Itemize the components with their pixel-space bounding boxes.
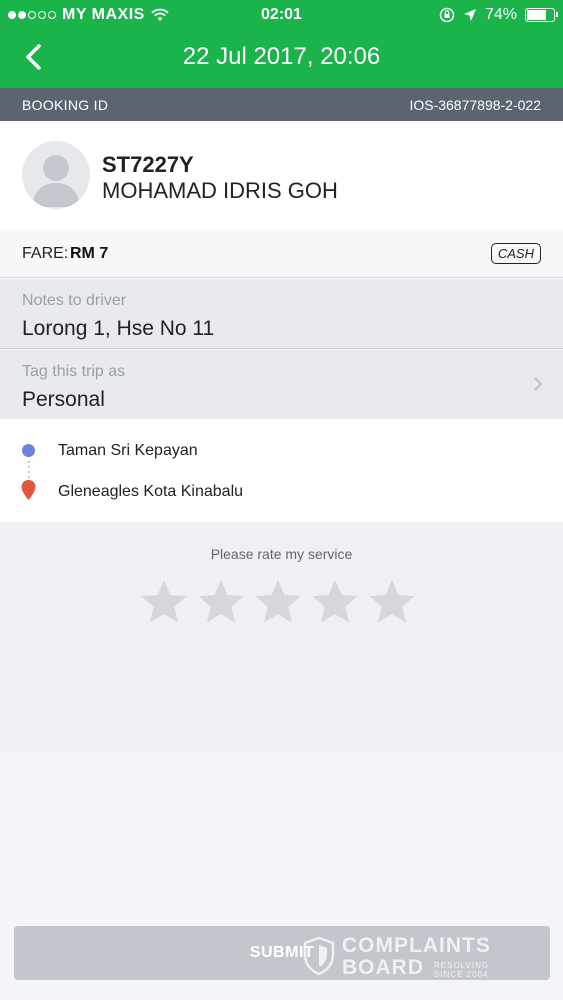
status-right: 74% xyxy=(439,6,558,24)
booking-id-bar: BOOKING ID IOS-36877898-2-022 xyxy=(0,88,563,121)
pickup-location: Taman Sri Kepayan xyxy=(58,442,198,459)
dropoff-location: Gleneagles Kota Kinabalu xyxy=(58,483,244,500)
star-icon-3[interactable] xyxy=(254,578,302,626)
location-arrow-icon xyxy=(463,9,476,21)
shield-icon xyxy=(303,936,335,976)
route-section: Taman Sri Kepayan Gleneagles Kota Kinaba… xyxy=(0,419,563,522)
watermark-tag-1: RESOLVING xyxy=(434,961,490,970)
watermark: COMPLAINTS BOARD RESOLVING SINCE 2004 xyxy=(302,934,532,980)
booking-id-value: IOS-36877898-2-022 xyxy=(409,97,541,113)
fare-amount: RM 7 xyxy=(70,245,109,262)
notes-label: Notes to driver xyxy=(22,292,127,309)
star-icon-5[interactable] xyxy=(368,578,416,626)
watermark-line-2: BOARD xyxy=(342,956,424,979)
battery-icon xyxy=(525,8,558,22)
driver-name: MOHAMAD IDRIS GOH xyxy=(102,178,338,203)
battery-percent: 74% xyxy=(484,6,517,23)
map-pin-icon xyxy=(21,480,36,500)
driver-card: ST7227Y MOHAMAD IDRIS GOH xyxy=(0,121,563,230)
tag-trip-row[interactable]: Tag this trip as Personal xyxy=(0,350,563,419)
rating-section: Please rate my service xyxy=(0,522,563,752)
payment-method-badge: CASH xyxy=(490,243,541,264)
vehicle-plate: ST7227Y xyxy=(102,152,194,177)
rating-prompt: Please rate my service xyxy=(210,546,353,562)
pickup-dot-icon xyxy=(22,444,35,457)
header: 22 Jul 2017, 20:06 xyxy=(0,30,563,88)
avatar xyxy=(22,141,90,209)
star-icon-4[interactable] xyxy=(311,578,359,626)
tag-label: Tag this trip as xyxy=(22,363,126,380)
chevron-right-icon xyxy=(534,377,543,391)
watermark-tagline: RESOLVING SINCE 2004 xyxy=(434,961,489,979)
person-icon xyxy=(32,155,80,207)
watermark-line-1: COMPLAINTS xyxy=(342,934,491,957)
fare-label: FARE: xyxy=(22,245,69,262)
booking-id-label: BOOKING ID xyxy=(22,97,109,113)
star-icon-1[interactable] xyxy=(140,578,188,626)
route-connector xyxy=(28,461,30,479)
tag-value: Personal xyxy=(22,388,105,411)
rotation-lock-icon xyxy=(439,7,455,23)
status-bar: MY MAXIS 02:01 74% xyxy=(0,0,563,30)
fare-row: FARE: RM 7 CASH xyxy=(0,230,563,278)
star-rating xyxy=(140,578,416,626)
star-icon-2[interactable] xyxy=(197,578,245,626)
watermark-tag-2: SINCE 2004 xyxy=(434,970,489,979)
notes-value: Lorong 1, Hse No 11 xyxy=(22,317,215,340)
page-title: 22 Jul 2017, 20:06 xyxy=(182,43,381,70)
notes-to-driver-field[interactable]: Notes to driver Lorong 1, Hse No 11 xyxy=(0,279,563,349)
